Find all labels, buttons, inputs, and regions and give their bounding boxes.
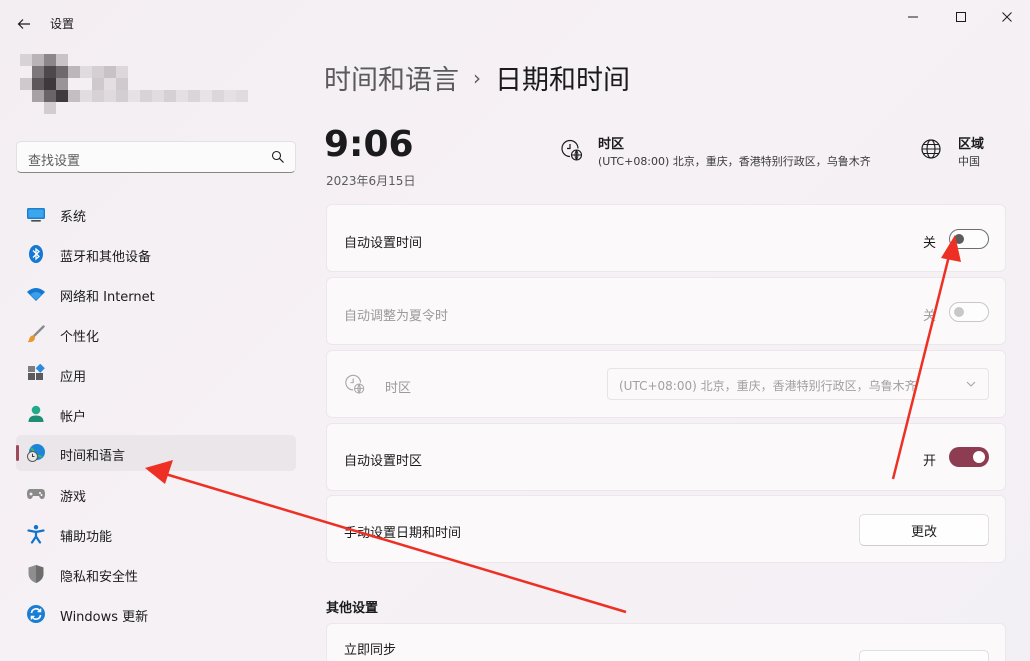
breadcrumb: 时间和语言 › 日期和时间 — [324, 58, 630, 97]
setting-card-auto-time: 自动设置时间 关 — [326, 204, 1006, 272]
pixelated-avatar — [20, 54, 248, 114]
toggle-knob — [954, 307, 964, 317]
account-icon — [28, 405, 44, 422]
back-arrow-icon — [17, 19, 30, 29]
apps-icon — [28, 364, 45, 380]
sidebar-item-bluetooth[interactable]: 蓝牙和其他设备 — [16, 236, 296, 272]
sidebar-item-system[interactable]: 系统 — [16, 196, 296, 232]
shield-icon — [28, 565, 44, 583]
region-title: 区域 — [958, 137, 985, 152]
current-date: 2023年6月15日 — [326, 174, 416, 188]
sidebar-item-label: 网络和 Internet — [60, 290, 155, 305]
auto-dst-label: 自动调整为夏令时 — [344, 309, 449, 324]
toggle-knob — [973, 451, 985, 463]
auto-time-toggle[interactable] — [949, 229, 989, 249]
auto-time-state: 关 — [923, 236, 937, 251]
brush-icon — [27, 325, 45, 343]
sidebar-item-label: 游戏 — [60, 490, 87, 505]
globe-clock-icon — [27, 444, 45, 462]
app-title: 设置 — [50, 17, 75, 31]
toggle-knob — [954, 234, 964, 244]
maximize-icon — [956, 12, 966, 22]
auto-dst-state: 关 — [923, 309, 937, 324]
close-icon — [1002, 12, 1012, 22]
sidebar-item-apps[interactable]: 应用 — [16, 356, 296, 392]
timezone-select-value: (UTC+08:00) 北京，重庆，香港特别行政区，乌鲁木齐 — [619, 379, 917, 393]
sidebar-item-gaming[interactable]: 游戏 — [16, 476, 296, 512]
bluetooth-icon — [29, 245, 43, 263]
accessibility-icon — [27, 525, 45, 544]
manual-time-label: 手动设置日期和时间 — [344, 526, 462, 541]
breadcrumb-separator: › — [473, 65, 481, 90]
minimize-button[interactable] — [890, 4, 936, 30]
other-settings-title: 其他设置 — [326, 601, 379, 616]
auto-timezone-label: 自动设置时区 — [344, 454, 423, 469]
monitor-icon — [27, 208, 45, 222]
gamepad-icon — [27, 489, 45, 499]
auto-time-label: 自动设置时间 — [344, 236, 423, 251]
setting-card-sync: 立即同步 — [326, 623, 1006, 661]
timezone-value: (UTC+08:00) 北京，重庆，香港特别行政区，乌鲁木齐 — [598, 155, 871, 168]
auto-dst-toggle[interactable] — [949, 302, 989, 322]
sidebar-item-accounts[interactable]: 帐户 — [16, 396, 296, 432]
back-button[interactable] — [10, 12, 38, 36]
sidebar-item-label: 应用 — [60, 370, 87, 385]
maximize-button[interactable] — [938, 4, 984, 30]
sidebar-item-label: 时间和语言 — [60, 449, 126, 464]
search-input[interactable]: 查找设置 — [16, 141, 296, 173]
timezone-icon — [561, 139, 583, 161]
sidebar-item-label: 个性化 — [60, 330, 100, 345]
timezone-title: 时区 — [598, 137, 625, 152]
globe-icon — [921, 139, 941, 159]
auto-timezone-toggle[interactable] — [949, 447, 989, 467]
setting-card-auto-timezone: 自动设置时区 开 — [326, 423, 1006, 491]
sidebar-item-privacy[interactable]: 隐私和安全性 — [16, 556, 296, 592]
close-button[interactable] — [984, 4, 1030, 30]
timezone-label: 时区 — [385, 381, 412, 396]
wifi-icon — [27, 288, 45, 301]
current-time: 9:06 — [324, 124, 414, 165]
sidebar-item-label: 系统 — [60, 210, 87, 225]
sidebar-item-time-language[interactable]: 时间和语言 — [16, 435, 296, 471]
sidebar-item-label: 辅助功能 — [60, 530, 113, 545]
breadcrumb-parent[interactable]: 时间和语言 — [324, 58, 459, 97]
search-icon — [271, 150, 284, 163]
sidebar-item-windows-update[interactable]: Windows 更新 — [16, 596, 296, 632]
search-placeholder: 查找设置 — [28, 154, 81, 169]
setting-card-timezone: 时区 (UTC+08:00) 北京，重庆，香港特别行政区，乌鲁木齐 — [326, 350, 1006, 418]
sync-label: 立即同步 — [344, 643, 397, 658]
sidebar-item-label: 蓝牙和其他设备 — [60, 250, 152, 265]
minimize-icon — [908, 16, 918, 18]
sync-now-button[interactable] — [859, 650, 989, 661]
sidebar-item-label: 隐私和安全性 — [60, 570, 139, 585]
auto-timezone-state: 开 — [923, 454, 937, 469]
sidebar-item-label: 帐户 — [60, 410, 87, 425]
update-icon — [27, 605, 45, 623]
sidebar-item-accessibility[interactable]: 辅助功能 — [16, 516, 296, 552]
chevron-down-icon — [966, 381, 976, 387]
region-value: 中国 — [958, 155, 980, 168]
sidebar-item-network[interactable]: 网络和 Internet — [16, 276, 296, 312]
change-button[interactable]: 更改 — [859, 514, 989, 546]
user-profile-blurred[interactable] — [20, 40, 250, 116]
page-title: 日期和时间 — [495, 65, 630, 96]
setting-card-manual: 手动设置日期和时间 更改 — [326, 495, 1006, 563]
sidebar-item-label: Windows 更新 — [60, 610, 149, 625]
active-indicator — [16, 445, 19, 461]
timezone-select[interactable]: (UTC+08:00) 北京，重庆，香港特别行政区，乌鲁木齐 — [607, 368, 989, 400]
sidebar-item-personalization[interactable]: 个性化 — [16, 316, 296, 352]
setting-card-auto-dst: 自动调整为夏令时 关 — [326, 277, 1006, 345]
timezone-icon — [345, 374, 365, 394]
